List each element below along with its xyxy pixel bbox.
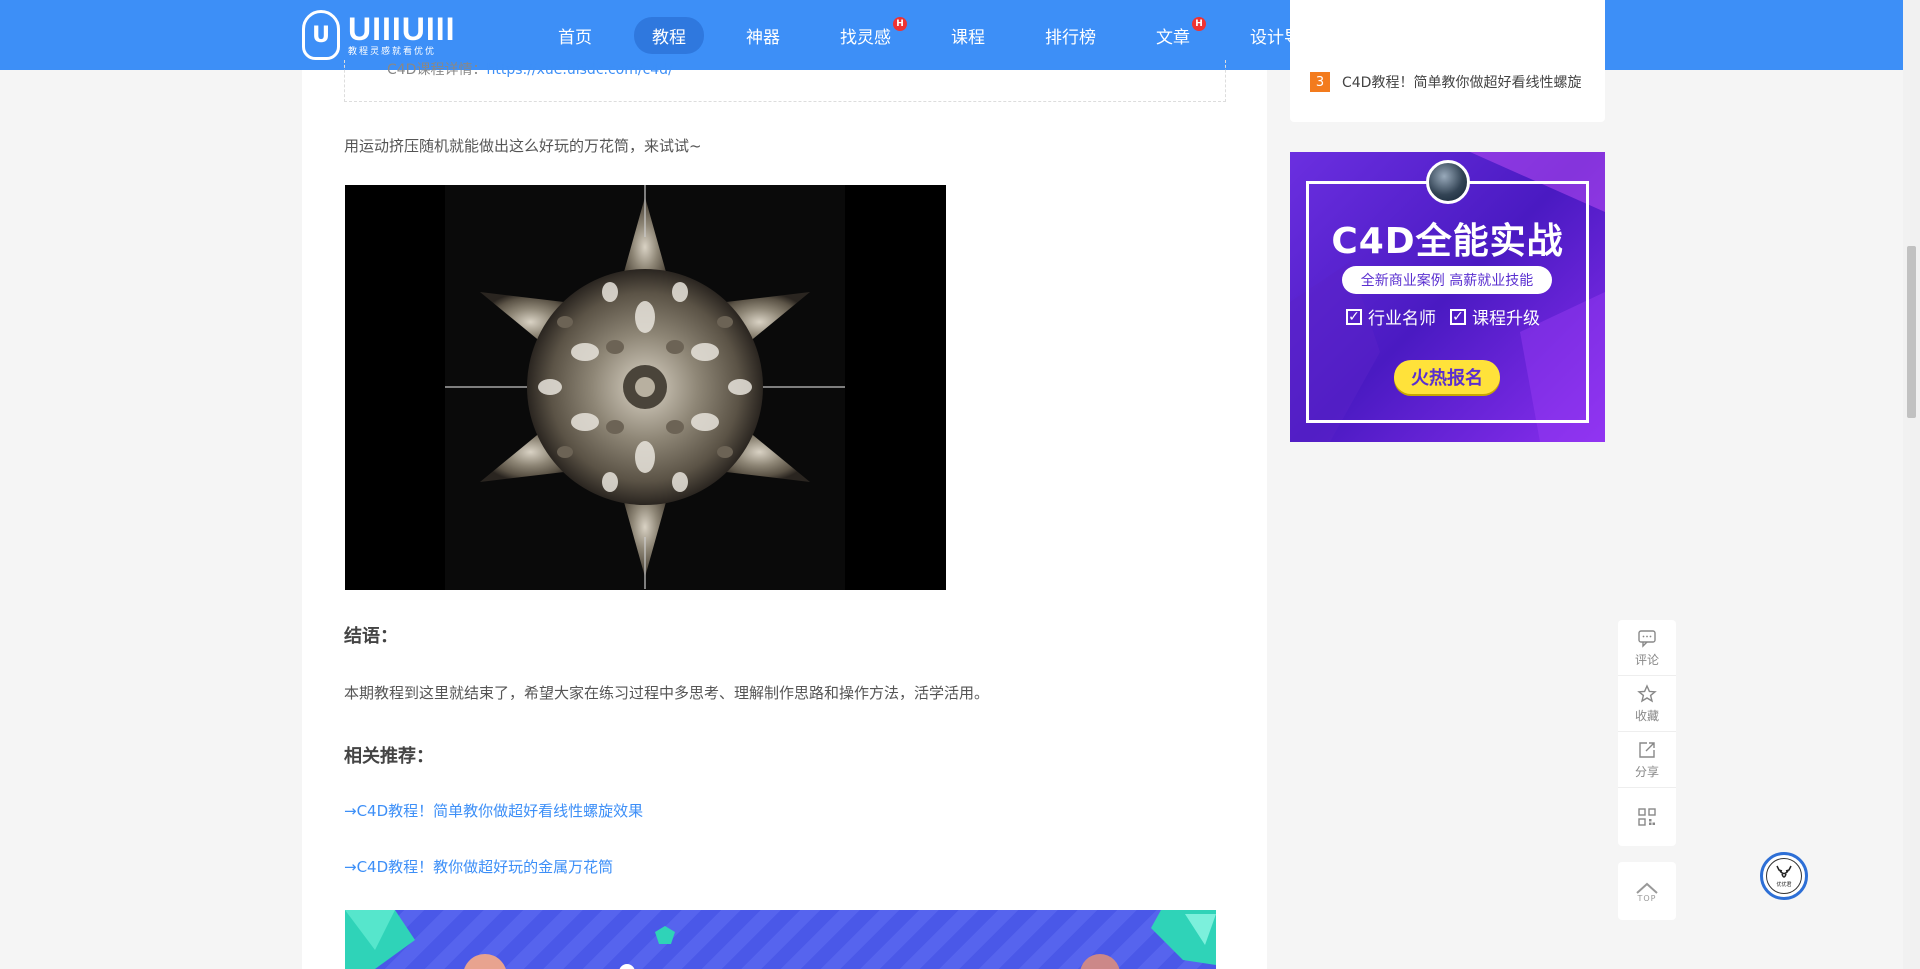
conclusion-paragraph: 本期教程到这里就结束了，希望大家在练习过程中多思考、理解制作思路和操作方法，活学… (344, 684, 990, 702)
back-to-top-button[interactable]: TOP (1618, 862, 1676, 920)
favorite-button[interactable]: 收藏 (1618, 676, 1676, 732)
logo-name: UIIIUIII (348, 11, 456, 47)
qrcode-icon (1638, 808, 1656, 826)
article-body: C4D课程详情：https://xue.uisdc.com/c4d/ 用运动挤压… (302, 60, 1267, 969)
ad-feature: ✓ 课程升级 (1450, 304, 1540, 329)
deer-icon (1776, 865, 1792, 878)
course-link[interactable]: https://xue.uisdc.com/c4d/ (486, 62, 672, 78)
related-link-2[interactable]: →C4D教程！教你做超好玩的金属万花筒 (344, 856, 613, 877)
course-link-label: C4D课程详情： (387, 62, 487, 78)
conclusion-heading: 结语： (344, 626, 398, 647)
checkbox-checked-icon: ✓ (1346, 308, 1362, 325)
assistant-label: 优优君 (1776, 882, 1792, 888)
ad-features: ✓ 行业名师 ✓ 课程升级 (1346, 304, 1540, 329)
rank-title: C4D教程！简单教你做超好看线性螺旋 (1342, 75, 1582, 91)
rank-item[interactable]: 3 C4D教程！简单教你做超好看线性螺旋 (1310, 72, 1581, 92)
float-toolbar: 评论 收藏 分享 (1618, 620, 1676, 846)
related-link-1[interactable]: →C4D教程！简单教你做超好看线性螺旋效果 (344, 800, 643, 821)
comment-button[interactable]: 评论 (1618, 620, 1676, 676)
nav-item-courses[interactable]: 课程 (933, 17, 1003, 54)
site-logo[interactable]: U UIIIUIII 教程灵感就看优优 (302, 8, 477, 62)
bottom-banner[interactable] (345, 910, 1216, 969)
kaleidoscope-image (345, 185, 946, 590)
assistant-avatar[interactable]: 优优君 (1760, 852, 1808, 900)
star-icon (1637, 683, 1657, 702)
cinema4d-logo-icon (1426, 160, 1470, 204)
related-heading: 相关推荐： (344, 746, 434, 767)
hot-badge: H (1192, 16, 1206, 31)
nav-item-home[interactable]: 首页 (540, 17, 610, 54)
ad-title: C4D全能实战 (1331, 221, 1564, 262)
scrollbar-thumb[interactable] (1907, 246, 1916, 418)
course-info-box: C4D课程详情：https://xue.uisdc.com/c4d/ (344, 60, 1226, 102)
ad-feature: ✓ 行业名师 (1346, 304, 1436, 329)
hot-badge: H (893, 16, 907, 31)
nav-item-articles[interactable]: 文章 H (1138, 16, 1208, 54)
kaleidoscope-graphic (345, 185, 946, 590)
qrcode-button[interactable] (1618, 788, 1676, 846)
page-scrollbar[interactable] (1903, 0, 1920, 969)
c4d-course-ad[interactable]: C4D全能实战 全新商业案例 高薪就业技能 ✓ 行业名师 ✓ 课程升级 火热报名 (1290, 152, 1605, 442)
comment-icon (1638, 629, 1656, 648)
nav-item-rankings[interactable]: 排行榜 (1027, 17, 1114, 54)
nav-item-tools[interactable]: 神器 (728, 17, 798, 54)
ad-signup-button[interactable]: 火热报名 (1394, 360, 1500, 394)
checkbox-checked-icon: ✓ (1450, 308, 1466, 325)
ranking-card: 3 C4D教程！简单教你做超好看线性螺旋 (1290, 0, 1605, 122)
share-icon (1639, 741, 1655, 758)
rank-number: 3 (1310, 72, 1330, 92)
logo-bulb-icon: U (302, 10, 340, 60)
nav-item-tutorials[interactable]: 教程 (634, 16, 704, 54)
ad-subtitle: 全新商业案例 高薪就业技能 (1342, 266, 1552, 294)
intro-paragraph: 用运动挤压随机就能做出这么好玩的万花筒，来试试~ (344, 137, 702, 155)
nav-item-inspiration[interactable]: 找灵感 H (822, 16, 909, 54)
share-button[interactable]: 分享 (1618, 732, 1676, 788)
banner-gems-graphic (345, 910, 1216, 969)
logo-tagline: 教程灵感就看优优 (348, 47, 437, 57)
